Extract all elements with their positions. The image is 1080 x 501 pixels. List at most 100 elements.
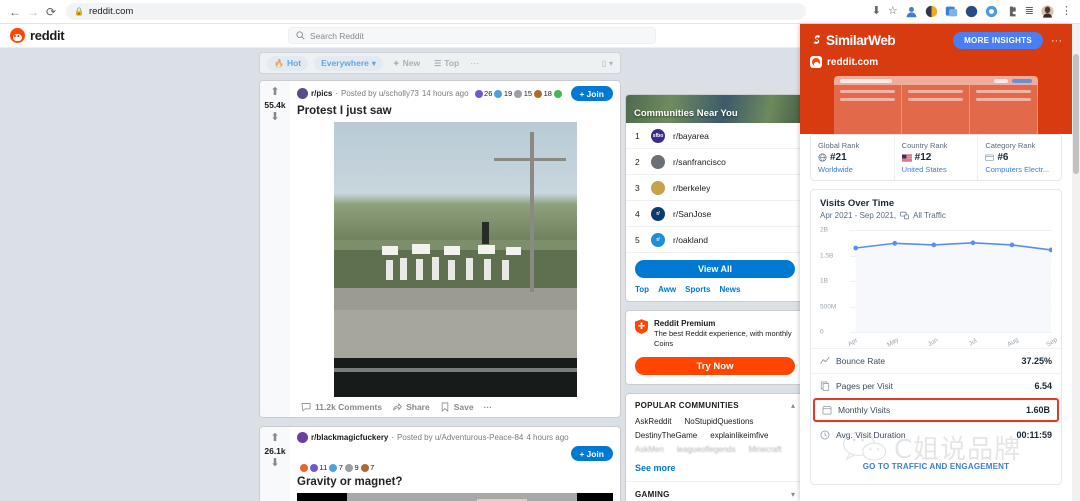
filter-more-button[interactable]: ··· <box>470 58 479 68</box>
see-more-link[interactable]: See more <box>626 461 804 481</box>
community-avatar: r/ <box>651 232 665 247</box>
award-item[interactable]: 15 <box>514 89 532 98</box>
filter-new-label: New <box>402 58 421 68</box>
reload-button[interactable]: ⟳ <box>42 3 60 21</box>
avatar-icon[interactable] <box>1041 5 1054 18</box>
similarweb-header: SimilarWeb MORE INSIGHTS ··· reddit.com <box>800 24 1072 134</box>
award-item[interactable]: 7 <box>329 463 343 472</box>
address-bar[interactable]: 🔒 reddit.com <box>66 3 806 20</box>
moon-extension-icon[interactable] <box>965 5 978 18</box>
category-rank-sub[interactable]: Computers Electr... <box>985 165 1054 174</box>
post-image-wrap <box>297 122 613 397</box>
y-tick-label: 500M <box>820 303 837 310</box>
community-row[interactable]: 1 sfbo r/bayarea <box>626 123 804 149</box>
popular-link[interactable]: NoStupidQuestions <box>684 417 753 426</box>
page-scrollbar[interactable] <box>1072 24 1080 501</box>
reading-list-icon[interactable]: ≣ <box>1025 6 1034 17</box>
post-card[interactable]: ⬆ 26.1k ⬇ r/blackmagicfuckery · Posted b… <box>259 426 621 501</box>
browser-toolbar: ← → ⟳ 🔒 reddit.com ⬇ ☆ ≣ ⋮ <box>0 0 1080 24</box>
post-title[interactable]: Protest I just saw <box>297 105 613 117</box>
popular-link[interactable]: explainlikeimfive <box>710 431 768 440</box>
downvote-button[interactable]: ⬇ <box>270 458 279 469</box>
join-button[interactable]: + Join <box>570 86 613 101</box>
popular-link[interactable]: DestinyTheGame <box>635 431 697 440</box>
post-author[interactable]: Posted by u/scholly73 <box>341 89 419 98</box>
popular-link[interactable]: leagueoflegends <box>677 445 736 454</box>
country-rank-sub[interactable]: United States <box>902 165 971 174</box>
award-item[interactable]: 9 <box>344 463 359 472</box>
filter-everywhere[interactable]: Everywhere ▾ <box>314 55 383 71</box>
filter-hot[interactable]: 🔥 Hot <box>267 55 309 71</box>
award-item[interactable]: 7 <box>360 463 374 472</box>
community-rank: 2 <box>635 156 640 167</box>
post-subreddit[interactable]: r/pics <box>311 89 332 98</box>
join-button[interactable]: + Join <box>570 446 613 461</box>
award-item[interactable]: 11 <box>310 463 327 472</box>
tag-sports[interactable]: Sports <box>685 285 710 294</box>
post-image[interactable] <box>333 122 577 397</box>
popular-link[interactable]: AskMen <box>635 445 664 454</box>
share-button[interactable]: Share <box>392 402 430 412</box>
tag-news[interactable]: News <box>720 285 741 294</box>
scrollbar-thumb[interactable] <box>1073 54 1079 174</box>
reddit-logo[interactable]: reddit <box>10 28 65 43</box>
view-all-button[interactable]: View All <box>635 260 795 278</box>
similarweb-extension-icon[interactable] <box>925 5 938 18</box>
filter-new[interactable]: ✦ New <box>389 56 424 71</box>
award-item[interactable]: 18 <box>534 89 552 98</box>
community-row[interactable]: 3 r/berkeley <box>626 175 804 201</box>
puzzle-extensions-icon[interactable] <box>1005 5 1018 18</box>
kebab-menu-icon[interactable]: ⋮ <box>1061 6 1072 17</box>
post-more-button[interactable]: ··· <box>484 402 493 412</box>
bookmark-star-icon[interactable]: ☆ <box>888 6 898 17</box>
section-gaming[interactable]: GAMING ▾ <box>626 481 804 501</box>
translate-extension-icon[interactable] <box>945 5 958 18</box>
save-label: Save <box>453 402 474 412</box>
filter-top[interactable]: ☰ Top <box>430 56 463 71</box>
feed-filter-bar: 🔥 Hot Everywhere ▾ ✦ New ☰ Top ··· ▯ ▾ <box>259 52 621 74</box>
upvote-button[interactable]: ⬆ <box>270 433 279 444</box>
post-author[interactable]: Posted by u/Adventurous-Peace-84 <box>397 433 523 442</box>
post-title[interactable]: Gravity or magnet? <box>297 476 613 488</box>
community-avatar: r/ <box>651 206 665 221</box>
tag-aww[interactable]: Aww <box>658 285 676 294</box>
save-button[interactable]: Save <box>440 402 474 412</box>
colorpick-extension-icon[interactable] <box>985 5 998 18</box>
post-image[interactable] <box>297 493 613 501</box>
popular-link[interactable]: AskReddit <box>635 417 671 426</box>
back-button[interactable]: ← <box>6 3 24 21</box>
chart-plot-area <box>850 226 1052 332</box>
layout-switcher[interactable]: ▯ ▾ <box>602 59 613 68</box>
similarweb-brand-name: SimilarWeb <box>826 33 896 48</box>
forward-button[interactable]: → <box>24 3 42 21</box>
global-rank-sub[interactable]: Worldwide <box>818 165 887 174</box>
go-to-traffic-link[interactable]: GO TO TRAFFIC AND ENGAGEMENT <box>863 462 1010 471</box>
downvote-button[interactable]: ⬇ <box>270 112 279 123</box>
comments-button[interactable]: 11.2k Comments <box>301 402 382 412</box>
try-now-button[interactable]: Try Now <box>635 357 795 376</box>
post-awards: 26 19 15 18 <box>474 89 562 98</box>
tag-top[interactable]: Top <box>635 285 649 294</box>
popular-communities-header[interactable]: POPULAR COMMUNITIES ▴ <box>626 394 804 417</box>
community-name: r/sanfrancisco <box>673 156 726 167</box>
community-row[interactable]: 5 r/ r/oakland <box>626 227 804 253</box>
community-row[interactable]: 4 r/ r/SanJose <box>626 201 804 227</box>
award-item[interactable] <box>553 89 562 98</box>
filter-top-label: Top <box>444 58 460 68</box>
post-subreddit[interactable]: r/blackmagicfuckery <box>311 433 388 442</box>
more-insights-button[interactable]: MORE INSIGHTS <box>953 32 1043 49</box>
community-row[interactable]: 2 r/sanfrancisco <box>626 149 804 175</box>
similarweb-kebab-menu[interactable]: ··· <box>1051 35 1062 47</box>
search-input[interactable]: Search Reddit <box>288 27 656 44</box>
award-item[interactable]: 26 <box>474 89 492 98</box>
profile-extension-icon[interactable] <box>905 5 918 18</box>
post-card[interactable]: ⬆ 55.4k ⬇ r/pics · Posted by u/scholly73… <box>259 80 621 418</box>
award-item[interactable] <box>300 463 308 472</box>
upvote-button[interactable]: ⬆ <box>270 87 279 98</box>
metric-value: 00:11:59 <box>1016 430 1052 440</box>
country-rank-value: #12 <box>914 152 932 163</box>
community-rank: 1 <box>635 130 640 141</box>
popular-link[interactable]: Minecraft <box>749 445 782 454</box>
award-item[interactable]: 19 <box>494 89 512 98</box>
install-icon[interactable]: ⬇ <box>872 6 881 17</box>
